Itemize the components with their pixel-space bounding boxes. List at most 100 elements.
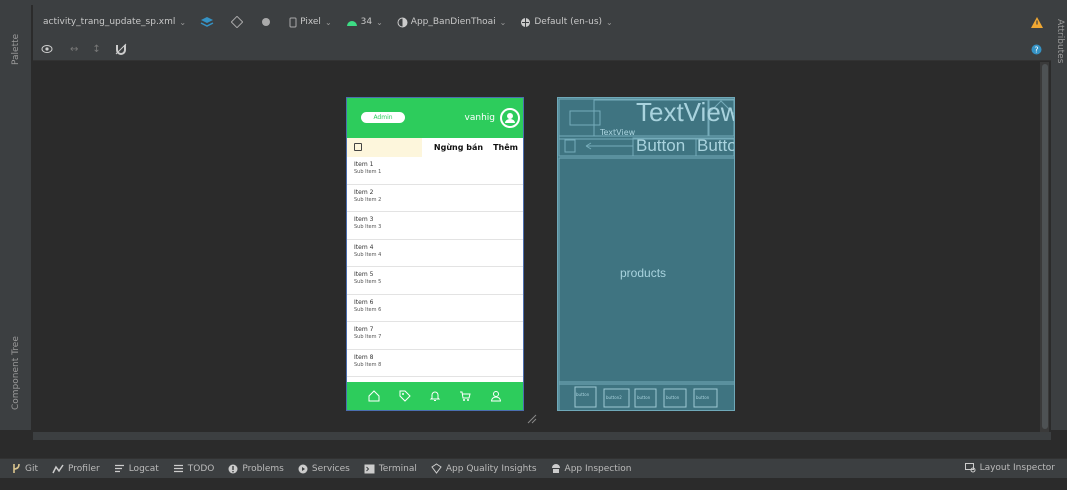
item-title: Item 2	[354, 188, 374, 196]
device-dropdown[interactable]: Pixel ⌄	[289, 17, 332, 28]
item-subtitle: Sub Item 1	[354, 169, 382, 175]
component-tree-tab[interactable]: Component Tree	[8, 336, 24, 490]
logcat-tab[interactable]: Logcat	[114, 464, 159, 474]
horizontal-resize-icon[interactable]: ↔	[70, 44, 78, 55]
file-name: activity_trang_update_sp.xml	[43, 17, 176, 27]
item-subtitle: Sub Item 7	[354, 334, 382, 340]
design-toolbar: activity_trang_update_sp.xml ⌄ Pixel ⌄ 34 ⌄…	[33, 5, 1051, 61]
api-dropdown[interactable]: 34 ⌄	[346, 17, 383, 27]
blueprint-preview[interactable]: TextView TextView Button Button products…	[557, 97, 735, 411]
list-item[interactable]: Item 6 Sub Item 6	[347, 295, 523, 322]
attributes-label: Attributes	[1055, 19, 1065, 64]
help-icon[interactable]: ?	[1031, 40, 1042, 59]
user-icon[interactable]	[490, 390, 502, 402]
problems-tab[interactable]: Problems	[228, 463, 284, 474]
inspection-icon	[551, 464, 560, 473]
theme-dropdown[interactable]: App_BanDienThoai ⌄	[397, 17, 506, 28]
file-dropdown[interactable]: activity_trang_update_sp.xml ⌄	[43, 17, 186, 27]
app-inspection-tab[interactable]: App Inspection	[551, 463, 632, 474]
bell-icon[interactable]	[429, 390, 441, 402]
git-icon	[13, 463, 20, 473]
profiler-icon	[52, 464, 64, 473]
item-subtitle: Sub Item 8	[354, 361, 382, 368]
resize-handle[interactable]	[527, 414, 537, 424]
home-icon[interactable]	[368, 390, 380, 402]
services-tab[interactable]: Services	[298, 464, 350, 474]
blueprint-bottom-button-1[interactable]: button	[576, 392, 589, 397]
horizontal-scrollbar[interactable]	[33, 432, 1051, 440]
item-subtitle: Sub Item 3	[354, 224, 382, 230]
action-bar: Ngừng bán Thêm	[347, 138, 523, 157]
blueprint-bottom-button-3[interactable]: button	[637, 395, 650, 400]
design-canvas[interactable]	[33, 62, 1042, 432]
device-label: Pixel	[300, 17, 321, 27]
item-subtitle: Sub Item 5	[354, 279, 382, 285]
list-item[interactable]: Item 8 Sub Item 8	[347, 350, 523, 377]
palette-label: Palette	[11, 33, 21, 65]
blueprint-bottom-button-5[interactable]: button	[696, 395, 709, 400]
item-title: Item 7	[354, 326, 374, 333]
app-inspection-label: App Inspection	[564, 463, 632, 474]
git-tab[interactable]: Git	[12, 463, 38, 474]
stop-selling-button[interactable]: Ngừng bán	[434, 143, 483, 152]
right-tool-rail: Attributes	[1051, 5, 1067, 430]
todo-tab[interactable]: TODO	[173, 463, 215, 474]
product-list: Item 1 Sub Item 1 Item 2 Sub Item 2 Item 3…	[347, 157, 523, 377]
layout-inspector-tab[interactable]: Layout Inspector	[964, 463, 1055, 473]
globe-icon	[521, 17, 531, 27]
blueprint-bottom-button-2[interactable]: button2	[606, 395, 622, 400]
admin-chip[interactable]: Admin	[361, 112, 405, 123]
item-title: Item 3	[354, 216, 374, 223]
app-header: Admin vanhig	[347, 98, 523, 138]
list-item[interactable]: Item 3 Sub Item 3	[347, 212, 523, 240]
phone-icon	[289, 17, 297, 27]
list-item[interactable]: Item 1 Sub Item 1	[347, 157, 523, 185]
theme-icon	[397, 17, 408, 27]
list-item[interactable]: Item 5 Sub Item 5	[347, 267, 523, 295]
item-title: Item 6	[354, 298, 374, 306]
attributes-tab[interactable]: Attributes	[1053, 19, 1067, 79]
night-mode-icon[interactable]	[260, 16, 275, 28]
palette-tab[interactable]: Palette	[8, 34, 24, 125]
locale-dropdown[interactable]: Default (en-us) ⌄	[520, 17, 613, 28]
insights-icon	[431, 463, 442, 474]
action-buttons: Ngừng bán Thêm	[422, 138, 523, 157]
services-label: Services	[311, 463, 350, 474]
list-item[interactable]: Item 7 Sub Item 7	[347, 322, 523, 350]
blueprint-button-1[interactable]: Button	[636, 136, 685, 156]
select-all-checkbox[interactable]	[354, 143, 362, 151]
eye-icon[interactable]	[41, 44, 56, 54]
android-icon	[346, 20, 357, 26]
problems-label: Problems	[242, 463, 284, 474]
magnet-icon[interactable]	[115, 43, 130, 55]
scrollbar-thumb[interactable]	[1042, 64, 1048, 429]
app-quality-insights-tab[interactable]: App Quality Insights	[431, 463, 537, 474]
warning-icon[interactable]	[1031, 13, 1043, 32]
profiler-tab[interactable]: Profiler	[52, 464, 100, 474]
todo-label: TODO	[187, 463, 215, 474]
bottom-tool-bar: Git Profiler Logcat TODO Problems Servic…	[0, 458, 1067, 478]
tag-icon[interactable]	[399, 390, 411, 402]
profiler-label: Profiler	[68, 463, 100, 474]
design-preview[interactable]: Admin vanhig Ngừng bán Thêm Item 1 Sub It…	[346, 97, 524, 411]
orientation-icon[interactable]	[231, 16, 246, 28]
svg-text:?: ?	[1034, 46, 1038, 55]
cart-icon[interactable]	[459, 390, 471, 402]
blueprint-textview[interactable]: TextView	[636, 98, 734, 128]
logcat-icon	[114, 464, 124, 473]
list-item[interactable]: Item 4 Sub Item 4	[347, 240, 523, 267]
blueprint-button-2[interactable]: Button	[697, 136, 734, 156]
terminal-icon	[364, 464, 375, 473]
problems-icon	[228, 464, 238, 473]
logcat-label: Logcat	[128, 463, 159, 474]
blueprint-bottom-button-4[interactable]: button	[666, 395, 679, 400]
blueprint-products-label[interactable]: products	[620, 266, 666, 280]
vertical-resize-icon[interactable]: ↕	[92, 44, 100, 55]
layers-icon[interactable]	[200, 16, 217, 28]
blueprint-small-textview[interactable]: TextView	[600, 128, 635, 137]
list-item[interactable]: Item 2 Sub Item 2	[347, 185, 523, 212]
terminal-tab[interactable]: Terminal	[364, 464, 417, 474]
avatar-icon[interactable]	[500, 108, 520, 128]
item-title: Item 1	[354, 161, 374, 168]
add-button[interactable]: Thêm	[493, 143, 518, 152]
